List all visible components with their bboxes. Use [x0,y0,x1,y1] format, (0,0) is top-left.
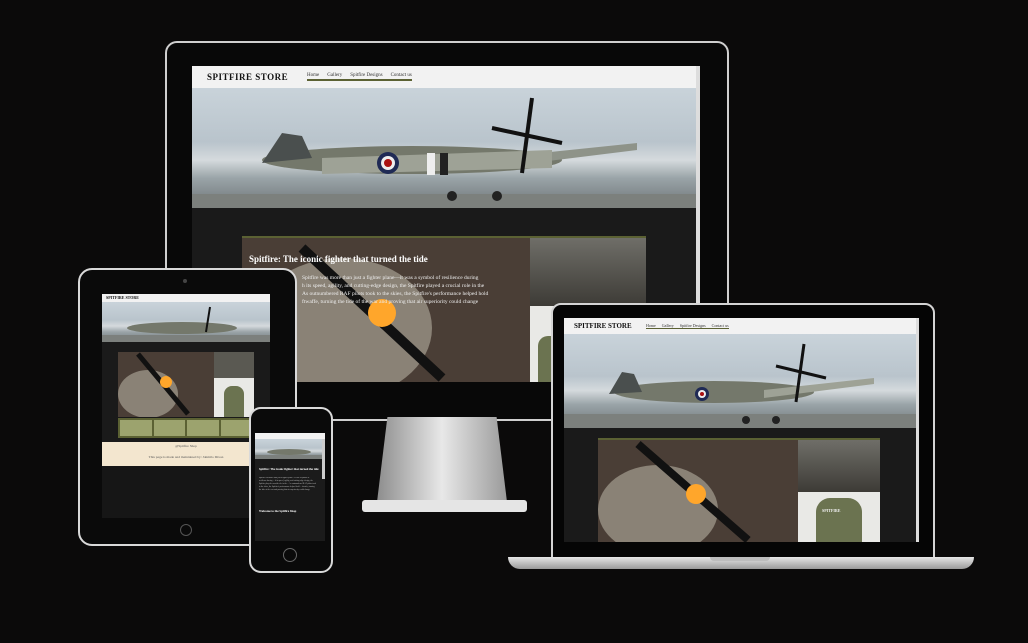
laptop-logo[interactable]: SPITFIRE STORE [574,322,632,330]
tablet-product-row [118,418,254,438]
monitor-base [362,500,527,512]
hoodie-label: SPITFIRE [822,508,841,513]
nav-contact[interactable]: Contact us [391,73,412,78]
laptop-notch [710,557,770,561]
phone-welcome-heading: Welcome to the Spitfire Shop [259,509,297,513]
site-nav: Home Gallery Spitfire Designs Contact us [307,73,412,81]
hero-image [192,88,696,208]
product-card[interactable] [220,420,252,436]
nav-home[interactable]: Home [307,73,319,78]
nav-home[interactable]: Home [646,323,656,328]
tablet-engine-photo [118,352,214,418]
phone-hero-text: Spitfire was more than just a fighter pl… [259,477,316,491]
phone-screen: Spitfire: The iconic fighter that turned… [255,433,325,541]
tablet-logo[interactable]: SPITFIRE STORE [106,295,139,300]
tablet-screen: SPITFIRE STORE @Spitfire Shop This page … [102,294,270,518]
hero-text: Spitfire was more than just a fighter pl… [302,274,532,306]
nav-contact[interactable]: Contact us [712,323,729,328]
tablet-hero-image [102,302,270,342]
laptop-hero-image [564,334,916,428]
laptop-hoodie-photo: SPITFIRE [798,492,880,542]
tablet-empty [102,466,270,518]
tablet-footer-copyright: @Spitfire Shop [175,444,197,448]
monitor-neck [377,417,507,502]
tablet-hangar-photo [214,352,254,378]
laptop-hangar-photo [798,440,880,492]
nav-designs[interactable]: Spitfire Designs [350,73,382,78]
laptop-nav: Home Gallery Spitfire Designs Contact us [646,323,729,329]
tablet-home-button[interactable] [180,524,192,536]
nav-gallery[interactable]: Gallery [662,323,674,328]
phone-hero-image [255,439,325,459]
product-card[interactable] [153,420,185,436]
site-logo[interactable]: SPITFIRE STORE [207,72,288,82]
nav-gallery[interactable]: Gallery [327,73,342,78]
phone-hero-heading: Spitfire: The iconic fighter that turned… [259,467,319,471]
phone-scrollbar[interactable] [322,439,325,479]
hero-heading: Spitfire: The iconic fighter that turned… [249,254,428,264]
laptop-screen: SPITFIRE STORE Home Gallery Spitfire Des… [564,318,919,542]
product-card[interactable] [187,420,219,436]
tablet-footer-credit: This page is made and maintained by: Jah… [148,455,224,459]
laptop-card: SPITFIRE [598,438,880,542]
tablet-camera [183,279,187,283]
phone-home-button[interactable] [283,548,297,562]
laptop-scrollbar[interactable] [916,318,919,542]
hangar-photo [530,238,646,306]
hero-text-line: h its speed, agility, and cutting-edge d… [302,283,485,289]
tablet-hoodie-photo [214,378,254,417]
nav-designs[interactable]: Spitfire Designs [680,323,706,328]
product-card[interactable] [120,420,152,436]
laptop-engine-photo [598,440,798,542]
hero-text-line: Spitfire was more than just a fighter pl… [302,275,479,281]
hero-text-line: ftwaffe, turning the tide of the war and… [302,299,479,305]
hero-text-line: As outnumbered RAF pilots took to the sk… [302,291,489,297]
